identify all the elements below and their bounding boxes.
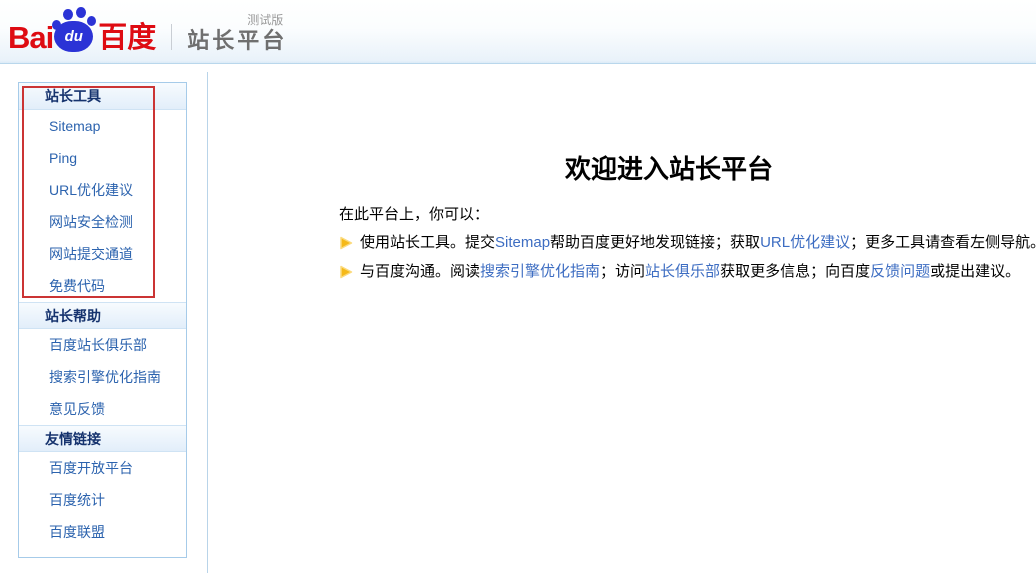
sidebar-item-feedback[interactable]: 意见反馈 — [19, 393, 186, 425]
paw-toe-icon — [87, 15, 97, 26]
baidu-logo[interactable]: Bai du 百度 — [8, 6, 157, 57]
bullet-text: 使用站长工具。提交Sitemap帮助百度更好地发现链接；获取URL优化建议；更多… — [360, 233, 1036, 253]
sidebar-section-title-tools: 站长工具 — [19, 83, 186, 110]
header: Bai du 百度 测试版 站长平台 — [0, 0, 1036, 64]
sidebar-section-title-help: 站长帮助 — [19, 302, 186, 329]
sidebar-item-seo-guide[interactable]: 搜索引擎优化指南 — [19, 361, 186, 393]
bullet-segment: 与百度沟通。阅读 — [360, 263, 481, 280]
yellow-arrow-icon — [339, 236, 353, 250]
link-url-suggest[interactable]: URL优化建议 — [760, 234, 850, 251]
sidebar-section-help: 站长帮助 百度站长俱乐部 搜索引擎优化指南 意见反馈 — [19, 302, 186, 425]
sidebar-item-site-security[interactable]: 网站安全检测 — [19, 206, 186, 238]
link-webmaster-club[interactable]: 站长俱乐部 — [645, 263, 720, 280]
content-vertical-divider — [207, 72, 208, 573]
baidu-paw-icon: du — [50, 6, 97, 53]
bullet-text: 与百度沟通。阅读搜索引擎优化指南；访问站长俱乐部获取更多信息；向百度反馈问题或提… — [360, 262, 1020, 282]
bullet-segment: ；更多工具请查看左侧导航。 — [850, 234, 1036, 251]
paw-pad-icon: du — [54, 20, 94, 52]
sidebar-item-tongji[interactable]: 百度统计 — [19, 484, 186, 516]
link-seo-guide[interactable]: 搜索引擎优化指南 — [480, 263, 600, 280]
sidebar-item-webmaster-club[interactable]: 百度站长俱乐部 — [19, 329, 186, 361]
paw-toe-icon — [63, 8, 74, 20]
bullet-item-communicate: 与百度沟通。阅读搜索引擎优化指南；访问站长俱乐部获取更多信息；向百度反馈问题或提… — [339, 262, 1020, 282]
paw-toe-icon — [76, 6, 87, 18]
link-feedback[interactable]: 反馈问题 — [870, 263, 930, 280]
logo-text-cn: 百度 — [98, 21, 157, 54]
product-title: 站长平台 — [187, 28, 288, 54]
sidebar-item-site-submit[interactable]: 网站提交通道 — [19, 238, 186, 270]
logo-text-du: du — [64, 27, 83, 45]
yellow-arrow-icon — [339, 265, 353, 279]
bullet-segment: ；访问 — [600, 263, 646, 280]
sidebar-item-free-code[interactable]: 免费代码 — [19, 270, 186, 302]
logo-text-bai: Bai — [8, 19, 54, 55]
sidebar-section-title-links: 友情链接 — [19, 425, 186, 452]
bullet-segment: 获取更多信息；向百度 — [720, 263, 871, 280]
header-separator — [171, 23, 173, 50]
main-content: 欢迎进入站长平台 在此平台上，你可以： 使用站长工具。提交Sitemap帮助百度… — [339, 64, 1036, 282]
bullet-segment: 帮助百度更好地发现链接；获取 — [550, 234, 761, 251]
sidebar-section-links: 友情链接 百度开放平台 百度统计 百度联盟 — [19, 425, 186, 548]
beta-badge: 测试版 — [247, 13, 284, 28]
intro-text: 在此平台上，你可以： — [339, 206, 490, 223]
product-title-block: 测试版 站长平台 — [187, 11, 287, 53]
sidebar-item-sitemap[interactable]: Sitemap — [19, 110, 186, 142]
sidebar: 站长工具 Sitemap Ping URL优化建议 网站安全检测 网站提交通道 … — [18, 82, 187, 558]
bullet-segment: 或提出建议。 — [930, 263, 1021, 280]
bullet-item-tools: 使用站长工具。提交Sitemap帮助百度更好地发现链接；获取URL优化建议；更多… — [339, 233, 1036, 253]
sidebar-item-ping[interactable]: Ping — [19, 142, 186, 174]
sidebar-item-union[interactable]: 百度联盟 — [19, 516, 186, 548]
page-title: 欢迎进入站长平台 — [564, 155, 773, 184]
link-sitemap[interactable]: Sitemap — [495, 234, 550, 251]
sidebar-section-tools: 站长工具 Sitemap Ping URL优化建议 网站安全检测 网站提交通道 … — [19, 83, 186, 302]
sidebar-item-open-platform[interactable]: 百度开放平台 — [19, 452, 186, 484]
sidebar-item-url-suggest[interactable]: URL优化建议 — [19, 174, 186, 206]
bullet-segment: 使用站长工具。提交 — [360, 234, 496, 251]
